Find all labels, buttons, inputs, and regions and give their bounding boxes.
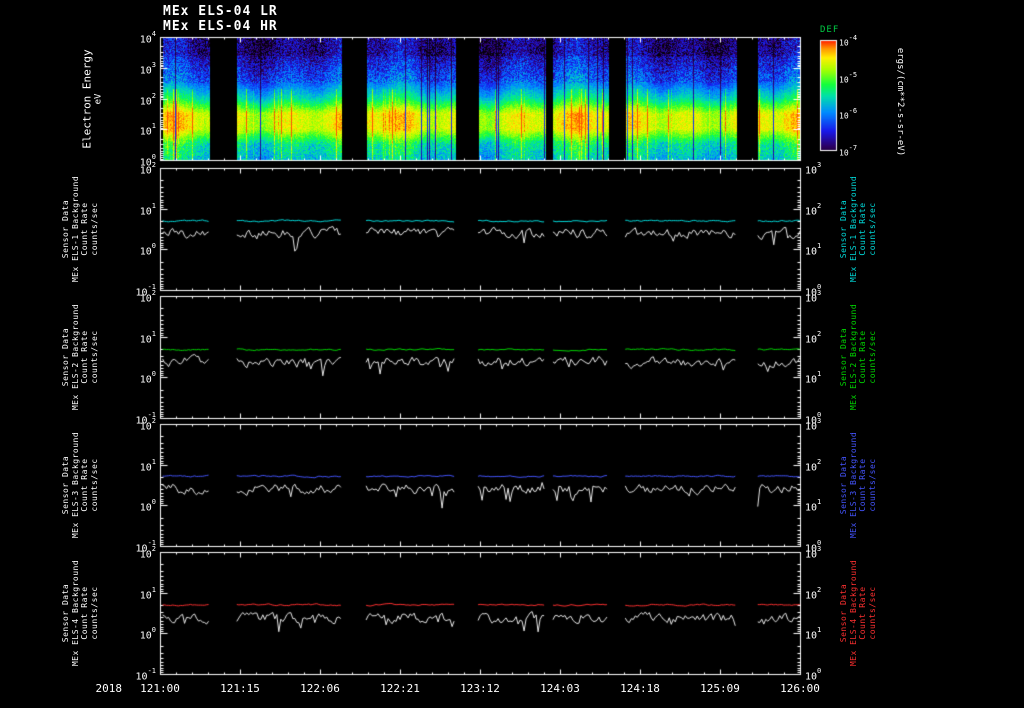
axis-label-line: counts/sec <box>867 330 877 384</box>
axis-label-line: Sensor Data <box>61 199 70 259</box>
spectrogram-ytick-label: 101 <box>139 122 156 138</box>
line-panel-left-ytick: 100 <box>139 498 156 514</box>
axis-label-line: MEx ELS-2 Background <box>848 303 858 411</box>
axis-label-line: Sensor Data <box>61 327 70 387</box>
colorbar-tick-label: 10-6 <box>839 107 858 121</box>
line-panel-right-ytick: 100 <box>805 667 822 683</box>
axis-label-line: Sensor Data <box>839 327 848 387</box>
axis-label-line: counts/sec <box>89 586 99 640</box>
axis-label-line: counts/sec <box>89 458 99 512</box>
line-panel-right-axis-label: Sensor Data MEx ELS-3 Background Count Rat… <box>839 432 877 538</box>
colorbar-title: DEF <box>820 25 840 35</box>
colorbar-tick-label: 10-4 <box>839 34 858 48</box>
line-panel-right-ytick: 103 <box>805 545 822 561</box>
line-panel-left-axis-label: Sensor Data MEx ELS-4 Background Count Rat… <box>61 560 99 666</box>
line-panel-left-ytick: 102 <box>139 289 156 305</box>
colorbar-tick-label: 10-7 <box>839 144 858 158</box>
spectrogram-ytick-label: 102 <box>139 91 156 107</box>
plot-title-lr: MEx ELS-04 LR <box>163 4 278 19</box>
axis-label-line: MEx ELS-1 Background <box>848 175 858 283</box>
line-panel-right-ytick: 102 <box>805 329 822 345</box>
line-panel-right-ytick: 102 <box>805 585 822 601</box>
x-tick-label: 123:12 <box>460 682 500 695</box>
axis-label-line: Count Rate <box>858 202 867 256</box>
line-panel-right-ytick: 101 <box>805 626 822 642</box>
colorbar-units-label: ergs/(cm**2-s-sr-eV) <box>895 47 905 157</box>
line-panel-right-axis-label: Sensor Data MEx ELS-2 Background Count Rat… <box>839 304 877 410</box>
spectrogram-page: MEx ELS-04 LR MEx ELS-04 HR Electron Ene… <box>0 0 1024 708</box>
line-panel-left-axis-label: Sensor Data MEx ELS-3 Background Count Rat… <box>61 432 99 538</box>
line-panel-left-ytick: 102 <box>139 545 156 561</box>
year-label: 2018 <box>95 682 123 695</box>
axis-label-line: MEx ELS-3 Background <box>848 431 858 539</box>
line-panel-right-ytick: 101 <box>805 370 822 386</box>
x-tick-label: 125:09 <box>700 682 740 695</box>
axis-label-line: Sensor Data <box>839 455 848 515</box>
axis-label-line: Count Rate <box>80 586 89 640</box>
line-panel-left-ytick: 100 <box>139 242 156 258</box>
x-tick-label: 124:18 <box>620 682 660 695</box>
axis-label-line: Sensor Data <box>839 583 848 643</box>
colorbar-tick-label: 10-5 <box>839 70 858 85</box>
line-panel-left-ytick: 101 <box>139 329 156 345</box>
spectrogram-ytick-label: 103 <box>139 60 156 77</box>
line-panel-left-axis-label: Sensor Data MEx ELS-2 Background Count Rat… <box>61 304 99 410</box>
axis-label-line: Count Rate <box>80 458 89 512</box>
axis-label-line: Count Rate <box>80 202 89 256</box>
axis-label-line: MEx ELS-4 Background <box>70 559 80 667</box>
line-panel-right-ytick: 103 <box>805 289 822 305</box>
electron-energy-label: Electron Energy <box>80 49 94 149</box>
line-panel-right-axis-label: Sensor Data MEx ELS-4 Background Count Rat… <box>839 560 877 666</box>
line-panel-right-ytick: 102 <box>805 201 822 217</box>
axis-label-line: Count Rate <box>858 458 867 512</box>
axis-label-line: MEx ELS-4 Background <box>848 559 858 667</box>
line-panel-left-ytick: 101 <box>139 457 156 473</box>
x-tick-label: 121:00 <box>140 682 180 695</box>
axis-label-line: MEx ELS-3 Background <box>70 431 80 539</box>
axis-label-line: Sensor Data <box>61 583 70 643</box>
x-tick-label: 126:00 <box>780 682 820 695</box>
axis-label-line: Count Rate <box>858 586 867 640</box>
line-panel-left-ytick: 102 <box>139 161 156 177</box>
axis-label-line: counts/sec <box>867 458 877 512</box>
line-panel-left-ytick: 10-1 <box>135 667 156 683</box>
line-panel-left-ytick: 101 <box>139 201 156 217</box>
axis-label-line: Count Rate <box>858 330 867 384</box>
line-panel-right-ytick: 103 <box>805 417 822 433</box>
spectrogram-y-axis-label: Electron Energy eV <box>81 49 104 148</box>
x-tick-label: 121:15 <box>220 682 260 695</box>
spectrogram-ytick-label: 104 <box>139 30 156 46</box>
line-panel-left-axis-label: Sensor Data MEx ELS-1 Background Count Rat… <box>61 176 99 282</box>
x-tick-label: 122:06 <box>300 682 340 695</box>
axis-label-line: counts/sec <box>89 202 99 256</box>
line-panel-left-ytick: 100 <box>139 370 156 386</box>
line-panel-right-ytick: 103 <box>805 161 822 177</box>
line-panel-left-ytick: 102 <box>139 417 156 433</box>
axis-label-line: counts/sec <box>867 202 877 256</box>
axis-label-line: counts/sec <box>867 586 877 640</box>
axis-label-line: Count Rate <box>80 330 89 384</box>
line-panel-left-ytick: 100 <box>139 626 156 642</box>
x-tick-label: 124:03 <box>540 682 580 695</box>
plot-title-hr: MEx ELS-04 HR <box>163 19 278 34</box>
line-panel-right-ytick: 101 <box>805 498 822 514</box>
axis-label-line: Sensor Data <box>839 199 848 259</box>
line-panel-right-axis-label: Sensor Data MEx ELS-1 Background Count Rat… <box>839 176 877 282</box>
axis-label-line: Sensor Data <box>61 455 70 515</box>
axis-label-line: MEx ELS-2 Background <box>70 303 80 411</box>
axis-label-line: MEx ELS-1 Background <box>70 175 80 283</box>
x-tick-label: 122:21 <box>380 682 420 695</box>
ev-units-label: eV <box>93 93 104 105</box>
line-panel-left-ytick: 101 <box>139 585 156 601</box>
axis-label-line: counts/sec <box>89 330 99 384</box>
line-panel-right-ytick: 102 <box>805 457 822 473</box>
line-panel-right-ytick: 101 <box>805 242 822 258</box>
